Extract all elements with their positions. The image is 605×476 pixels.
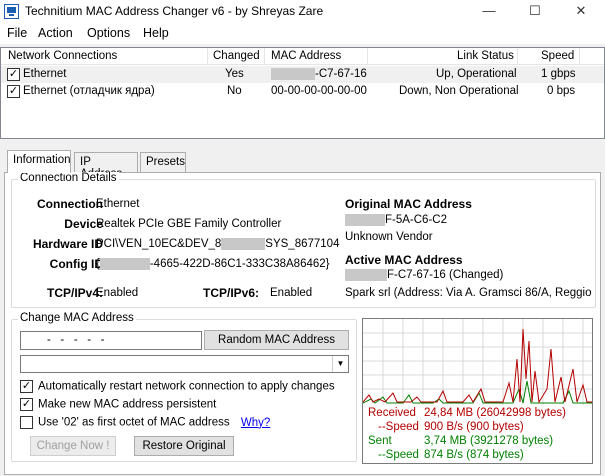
config-id-label: Config ID [49,257,103,271]
tab-ip-address[interactable]: IP Address [74,152,138,180]
original-mac-title: Original MAC Address [345,197,472,211]
close-button[interactable]: ✕ [558,0,604,23]
maximize-button[interactable]: ☐ [512,0,558,23]
row-status: Down, Non Operational [399,85,519,97]
menu-help[interactable]: Help [143,26,169,40]
change-now-button[interactable]: Change Now ! [30,436,116,456]
rx-speed-label: --Speed [378,421,419,433]
title-bar: Technitium MAC Address Changer v6 - by S… [0,0,605,23]
row-status: Up, Operational [436,68,517,80]
auto-restart-checkbox[interactable]: ✓ [20,380,33,393]
persistent-checkbox[interactable]: ✓ [20,398,33,411]
app-icon [4,4,19,19]
minimize-button[interactable]: — [466,0,512,23]
why-link[interactable]: Why? [241,417,270,429]
device-value: Realtek PCIe GBE Family Controller [96,218,282,230]
use-02-option[interactable]: Use '02' as first octet of MAC address W… [20,416,270,429]
col-speed[interactable]: Speed [541,50,574,62]
use-02-checkbox[interactable] [20,416,33,429]
traffic-graph: Received 24,84 MB (26042998 bytes) --Spe… [362,318,593,464]
hardware-id-value: PCI\VEN_10EC&DEV_8 SYS_8677104 [96,238,340,251]
sent-value: 3,74 MB (3921278 bytes) [424,435,554,447]
menu-options[interactable]: Options [87,26,130,40]
connections-list[interactable]: Network Connections Changed MAC Address … [0,47,605,139]
row-speed: 1 gbps [541,68,576,80]
change-mac-group: Change MAC Address - - - - - Random MAC … [11,312,357,462]
tcpipv6-value: Enabled [270,287,313,299]
tab-presets[interactable]: Presets [140,152,186,172]
original-mac-value: F-5A-C6-C2 [345,214,447,226]
received-value: 24,84 MB (26042998 bytes) [424,407,566,419]
received-line [363,328,592,404]
window-title: Technitium MAC Address Changer v6 - by S… [25,4,324,18]
row-name: Ethernet [23,68,67,80]
col-network-connections[interactable]: Network Connections [8,50,117,62]
tx-speed-value: 874 B/s (874 bytes) [424,449,524,461]
active-mac-value: F-C7-67-16 (Changed) [345,269,503,281]
random-mac-button[interactable]: Random MAC Address [204,330,349,350]
row-speed: 0 bps [547,85,576,97]
change-mac-title: Change MAC Address [18,312,136,324]
menu-file[interactable]: File [7,26,27,40]
tcpipv4-value: Enabled [96,287,139,299]
redacted-active-mac [345,269,387,281]
table-row[interactable]: ✓ Ethernet Yes -C7-67-16 Up, Operational… [1,66,604,83]
persistent-option[interactable]: ✓ Make new MAC address persistent [20,398,216,411]
list-header: Network Connections Changed MAC Address … [1,48,604,65]
row-mac: 00-00-00-00-00-00 [271,85,367,97]
mac-address-input[interactable]: - - - - - [20,331,202,350]
auto-restart-option[interactable]: ✓ Automatically restart network connectio… [20,380,335,393]
tx-speed-label: --Speed [378,449,419,461]
redacted-hwid-part [221,238,266,250]
menu-action[interactable]: Action [38,26,73,40]
connection-label: Connection [37,197,103,211]
row-mac: -C7-67-16 [271,68,367,80]
row-changed: No [227,85,242,97]
sent-label: Sent [368,435,392,447]
connection-details-title: Connection Details [18,172,119,184]
traffic-chart [363,319,592,405]
active-mac-title: Active MAC Address [345,253,463,267]
hardware-id-label: Hardware ID [32,237,103,251]
col-link-status[interactable]: Link Status [457,50,514,62]
received-label: Received [368,407,416,419]
connection-details-group: Connection Details Connection Ethernet D… [11,172,596,308]
row-checkbox[interactable]: ✓ [7,85,20,98]
chevron-down-icon[interactable]: ▼ [332,356,348,372]
connection-value: Ethernet [96,198,140,210]
redacted-original-mac [345,214,385,226]
original-vendor: Unknown Vendor [345,231,433,243]
redacted-mac-part [271,68,315,80]
row-changed: Yes [225,68,244,80]
redacted-config-part [99,258,150,270]
row-checkbox[interactable]: ✓ [7,68,20,81]
rx-speed-value: 900 B/s (900 bytes) [424,421,524,433]
config-id-value: {-4665-422D-86C1-333C38A86462} [96,258,330,271]
tab-information[interactable]: Information [7,150,71,173]
restore-original-button[interactable]: Restore Original [134,436,234,456]
col-mac-address[interactable]: MAC Address [271,50,341,62]
vendor-combo[interactable]: ▼ [20,355,349,373]
tcpipv6-label: TCP/IPv6: [203,286,260,300]
table-row[interactable]: ✓ Ethernet (отладчик ядра) No 00-00-00-0… [1,83,604,100]
col-changed[interactable]: Changed [213,50,260,62]
menu-bar: File Action Options Help [0,23,605,44]
row-name: Ethernet (отладчик ядра) [23,85,155,97]
tcpipv4-label: TCP/IPv4: [46,286,103,300]
active-vendor: Spark srl (Address: Via A. Gramsci 86/A,… [345,287,595,299]
